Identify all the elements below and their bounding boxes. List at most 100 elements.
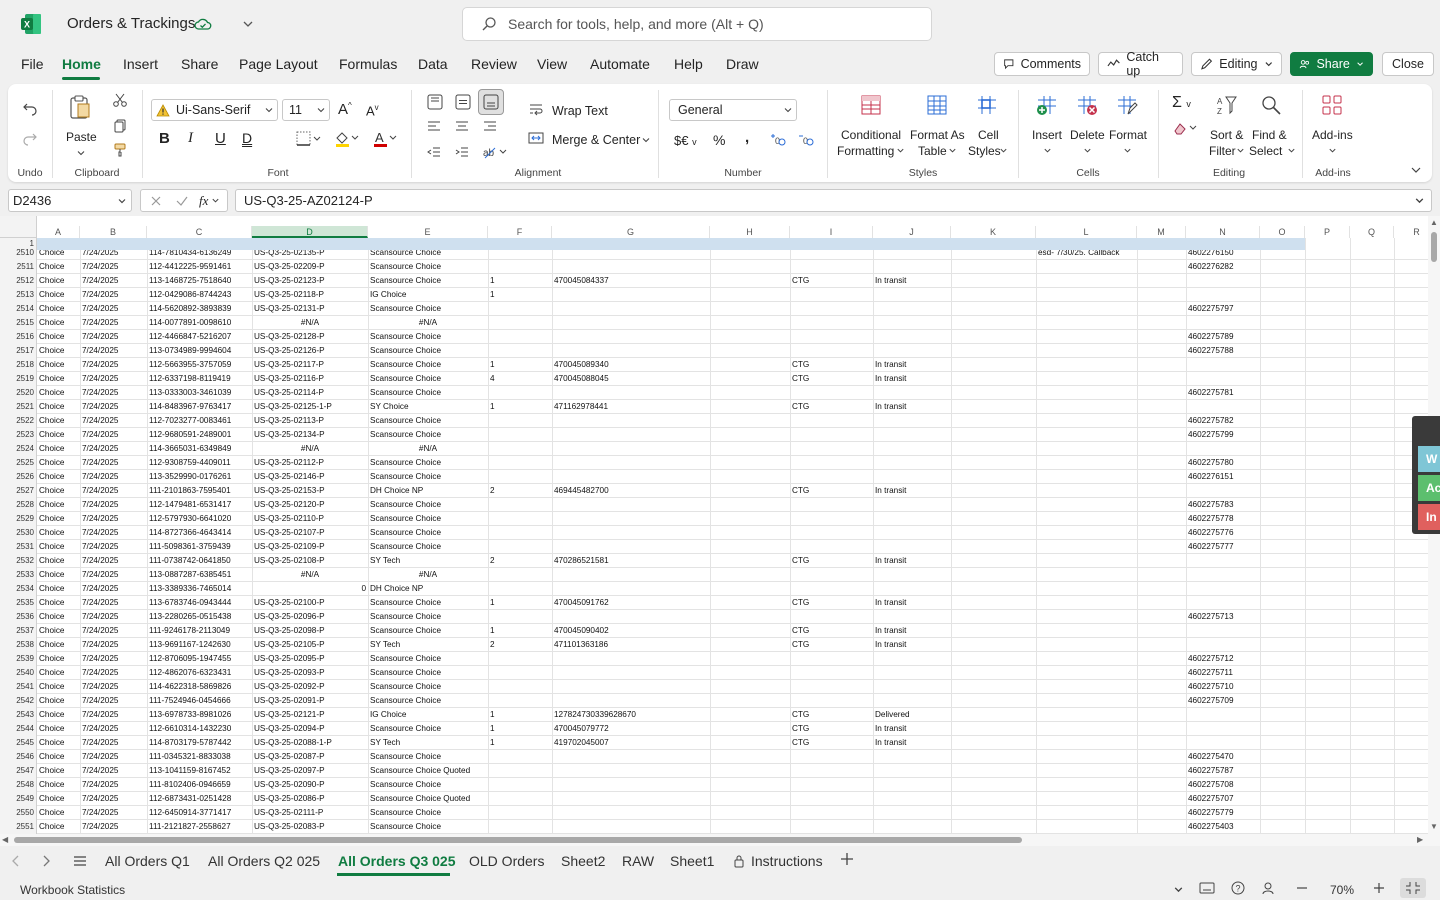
filter-label[interactable]: Filter <box>1209 144 1236 158</box>
sheet-tab-q3-active[interactable]: All Orders Q3 025 <box>338 853 456 869</box>
table-cell[interactable]: 7/24/2025 <box>82 498 145 512</box>
keyboard-icon[interactable] <box>1199 882 1215 894</box>
table-cell[interactable]: CTG <box>792 400 871 414</box>
chevron-down-icon[interactable] <box>1328 146 1337 155</box>
format-cells-icon[interactable] <box>1116 94 1138 116</box>
table-cell[interactable]: #N/A <box>254 568 366 582</box>
table-cell[interactable]: 469445482700 <box>554 484 708 498</box>
table-cell[interactable]: Scansource Choice Quoted <box>370 764 486 778</box>
table-cell[interactable]: In transit <box>875 484 949 498</box>
insert-function-icon[interactable]: fx <box>199 193 208 209</box>
side-panel-tab-1[interactable]: W <box>1418 446 1440 472</box>
close-button[interactable]: Close <box>1382 52 1434 76</box>
wrap-text-icon[interactable] <box>528 101 544 117</box>
column-header[interactable]: G <box>552 226 710 238</box>
table-cell[interactable]: 7/24/2025 <box>82 274 145 288</box>
table-cell[interactable]: 4602275403 <box>1188 820 1258 834</box>
table-cell[interactable]: CTG <box>792 372 871 386</box>
table-cell[interactable]: 114-4622318-5869826 <box>149 680 250 694</box>
table-cell[interactable]: US-Q3-25-02125-1-P <box>254 400 366 414</box>
table-cell[interactable]: 112-9680591-2489001 <box>149 428 250 442</box>
table-cell[interactable]: 7/24/2025 <box>82 344 145 358</box>
table-cell[interactable]: Choice <box>39 274 78 288</box>
italic-icon[interactable]: I <box>188 130 193 147</box>
table-cell[interactable]: 7/24/2025 <box>82 610 145 624</box>
table-cell[interactable]: 4602275781 <box>1188 386 1258 400</box>
table-cell[interactable]: 4602275711 <box>1188 666 1258 680</box>
conditional-label[interactable]: Conditional <box>841 128 901 142</box>
align-left-icon[interactable] <box>426 118 442 134</box>
feedback-icon[interactable] <box>1262 881 1278 895</box>
table-cell[interactable]: 419702045007 <box>554 736 708 750</box>
add-ins-label[interactable]: Add-ins <box>1312 128 1353 142</box>
comma-style-icon[interactable]: , <box>745 129 749 146</box>
table-cell[interactable]: Choice <box>39 526 78 540</box>
table-cell[interactable]: US-Q3-25-02112-P <box>254 456 366 470</box>
table-cell[interactable]: 470045084337 <box>554 274 708 288</box>
wrap-text-label[interactable]: Wrap Text <box>552 104 608 118</box>
table-cell[interactable]: 4 <box>490 372 550 386</box>
table-cell[interactable]: #N/A <box>254 316 366 330</box>
chevron-down-icon[interactable] <box>1083 146 1092 155</box>
column-header[interactable]: P <box>1305 226 1350 238</box>
table-cell[interactable]: 1 <box>490 400 550 414</box>
table-cell[interactable]: 1 <box>490 736 550 750</box>
table-cell[interactable]: 7/24/2025 <box>82 764 145 778</box>
table-cell[interactable]: US-Q3-25-02093-P <box>254 666 366 680</box>
delete-cells-icon[interactable] <box>1076 94 1098 116</box>
table-cell[interactable]: Choice <box>39 386 78 400</box>
table-cell[interactable]: 7/24/2025 <box>82 624 145 638</box>
align-right-icon[interactable] <box>482 118 498 134</box>
cell-styles-icon[interactable] <box>976 94 998 116</box>
workbook-title[interactable]: Orders & Trackings <box>67 15 195 32</box>
table-cell[interactable]: 2 <box>490 638 550 652</box>
table-cell[interactable]: Scansource Choice <box>370 624 486 638</box>
table-cell[interactable]: 113-1041159-8167452 <box>149 764 250 778</box>
table-cell[interactable]: US-Q3-25-02105-P <box>254 638 366 652</box>
table-cell[interactable]: Choice <box>39 610 78 624</box>
table-cell[interactable]: Choice <box>39 302 78 316</box>
row-header[interactable]: 2540 <box>0 666 36 680</box>
table-cell[interactable]: SY Tech <box>370 638 486 652</box>
menu-share[interactable]: Share <box>181 56 218 72</box>
table-cell[interactable]: 7/24/2025 <box>82 302 145 316</box>
table-cell[interactable]: 4602275777 <box>1188 540 1258 554</box>
row-header[interactable]: 2511 <box>0 260 36 274</box>
row-header[interactable]: 2549 <box>0 792 36 806</box>
row-header[interactable]: 2526 <box>0 470 36 484</box>
table-cell[interactable]: Scansource Choice <box>370 260 486 274</box>
table-cell[interactable]: US-Q3-25-02126-P <box>254 344 366 358</box>
table-cell[interactable]: CTG <box>792 736 871 750</box>
row-header[interactable]: 2536 <box>0 610 36 624</box>
column-header[interactable]: B <box>80 226 147 238</box>
table-cell[interactable]: US-Q3-25-02134-P <box>254 428 366 442</box>
table-cell[interactable]: Choice <box>39 288 78 302</box>
find-select-icon[interactable] <box>1260 94 1282 116</box>
sheet-tab-sheet1[interactable]: Sheet1 <box>670 853 714 869</box>
row-header[interactable]: 2513 <box>0 288 36 302</box>
select-all-corner[interactable] <box>0 216 37 238</box>
table-cell[interactable]: 4602275783 <box>1188 498 1258 512</box>
table-cell[interactable]: US-Q3-25-02117-P <box>254 358 366 372</box>
table-cell[interactable]: IG Choice <box>370 708 486 722</box>
row-header[interactable]: 2542 <box>0 694 36 708</box>
table-cell[interactable]: 1 <box>490 358 550 372</box>
delete-cells-label[interactable]: Delete <box>1070 128 1105 142</box>
decrease-indent-icon[interactable] <box>426 144 442 160</box>
table-cell[interactable]: 7/24/2025 <box>82 582 145 596</box>
table-cell[interactable]: Choice <box>39 750 78 764</box>
row-header[interactable]: 2527 <box>0 484 36 498</box>
table-cell[interactable]: 4602275799 <box>1188 428 1258 442</box>
table-cell[interactable]: 4602275789 <box>1188 330 1258 344</box>
table-cell[interactable]: Choice <box>39 316 78 330</box>
underline-icon[interactable]: U <box>215 130 226 147</box>
row-header[interactable]: 2518 <box>0 358 36 372</box>
table-cell[interactable]: Choice <box>39 456 78 470</box>
menu-automate[interactable]: Automate <box>590 56 650 72</box>
table-cell[interactable]: Delivered <box>875 708 949 722</box>
table-cell[interactable]: CTG <box>792 358 871 372</box>
table-cell[interactable]: Scansource Choice <box>370 750 486 764</box>
column-header[interactable]: F <box>488 226 552 238</box>
table-cell[interactable]: Scansource Choice <box>370 414 486 428</box>
table-cell[interactable]: US-Q3-25-02116-P <box>254 372 366 386</box>
